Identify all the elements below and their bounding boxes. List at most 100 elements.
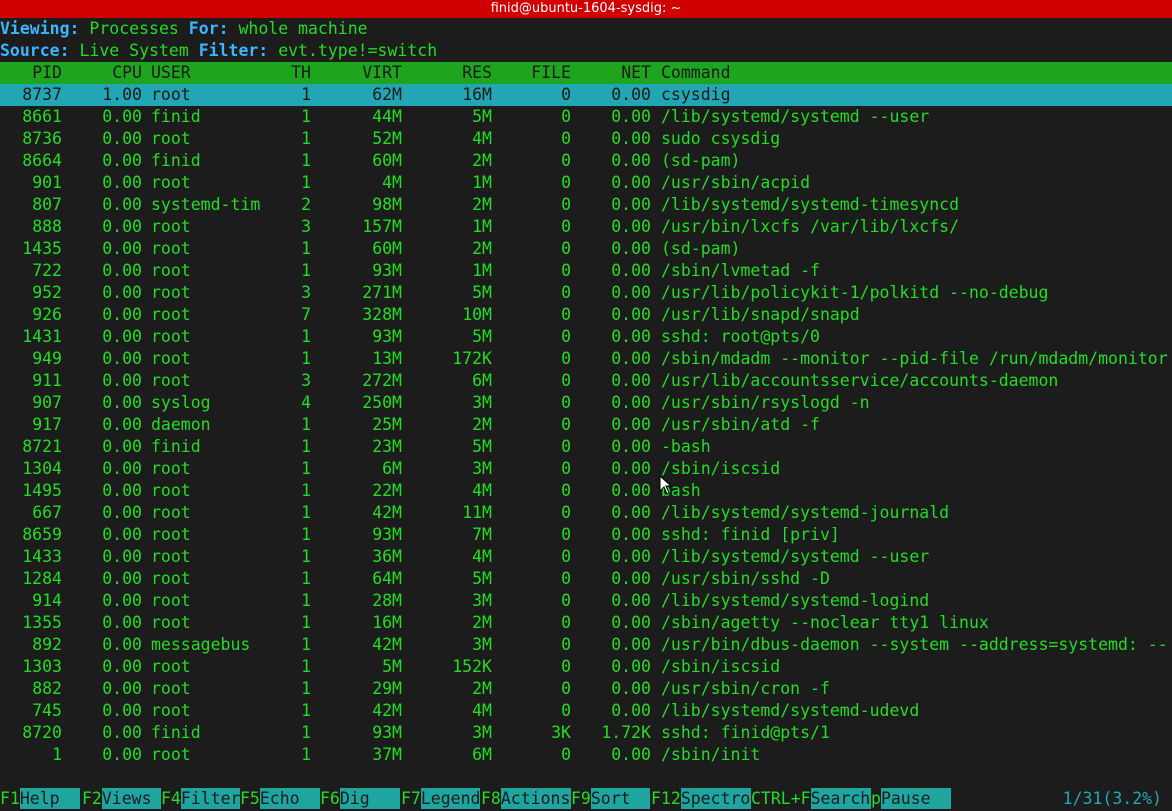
table-row[interactable]: 926 0.00 root 7 328M 10M 0 0.00/usr/lib/snapd/s… bbox=[0, 304, 1172, 326]
cell-net: 0.00 bbox=[611, 503, 651, 522]
cell-res: 4M bbox=[472, 547, 492, 566]
fkey-label[interactable]: Actions bbox=[500, 788, 571, 809]
source-line: Source: Live System Filter: evt.type!=sw… bbox=[0, 40, 437, 62]
viewing-value: Processes bbox=[89, 19, 179, 38]
table-row[interactable]: 1304 0.00 root 1 6M 3M 0 0.00/sbin/iscsid bbox=[0, 458, 1172, 480]
table-row[interactable]: 907 0.00 syslog 4 250M 3M 0 0.00/usr/sbin/rsysl… bbox=[0, 392, 1172, 414]
cell-cpu: 0.00 bbox=[102, 283, 142, 302]
table-row[interactable]: 8659 0.00 root 1 93M 7M 0 0.00 sshd: finid [priv… bbox=[0, 524, 1172, 546]
table-row[interactable]: 8664 0.00 finid 1 60M 2M 0 0.00 (sd-pam) bbox=[0, 150, 1172, 172]
cell-th: 1 bbox=[301, 723, 311, 742]
table-row[interactable]: 1495 0.00 root 1 22M 4M 0 0.00 bash bbox=[0, 480, 1172, 502]
cell-net: 0.00 bbox=[611, 239, 651, 258]
fkey-label[interactable]: Spectro bbox=[680, 788, 751, 809]
table-row[interactable]: 722 0.00 root 1 93M 1M 0 0.00/sbin/lvmetad -f bbox=[0, 260, 1172, 282]
cell-file: 0 bbox=[561, 635, 571, 654]
cell-cpu: 0.00 bbox=[102, 481, 142, 500]
column-header-virt[interactable]: VIRT bbox=[311, 62, 402, 84]
cell-net: 0.00 bbox=[611, 437, 651, 456]
cell-file: 0 bbox=[561, 701, 571, 720]
terminal-window[interactable]: Viewing: Processes For: whole machine So… bbox=[0, 18, 1172, 811]
cell-virt: 93M bbox=[372, 327, 402, 346]
cell-pid: 8659 bbox=[22, 525, 62, 544]
fkey-echo[interactable]: F5Echo bbox=[240, 788, 320, 809]
fkey-pause[interactable]: pPause bbox=[871, 788, 951, 809]
fkey-search[interactable]: CTRL+FSearch bbox=[751, 788, 871, 809]
cell-pid: 1435 bbox=[22, 239, 62, 258]
fkey-label[interactable]: Pause bbox=[880, 788, 951, 809]
fkey-filter[interactable]: F4Filter bbox=[161, 788, 241, 809]
cell-file: 0 bbox=[561, 591, 571, 610]
table-row[interactable]: 1435 0.00 root 1 60M 2M 0 0.00 (sd-pam) bbox=[0, 238, 1172, 260]
cell-cpu: 0.00 bbox=[102, 635, 142, 654]
table-row[interactable]: 8736 0.00 root 1 52M 4M 0 0.00 sudo csysdig bbox=[0, 128, 1172, 150]
cell-net: 0.00 bbox=[611, 569, 651, 588]
table-row[interactable]: 745 0.00 root 1 42M 4M 0 0.00/lib/systemd/syste… bbox=[0, 700, 1172, 722]
fkey-help[interactable]: F1Help bbox=[0, 788, 80, 809]
cell-virt: 22M bbox=[372, 481, 402, 500]
fkey-number: p bbox=[871, 789, 881, 808]
cell-net: 0.00 bbox=[611, 679, 651, 698]
fkey-label[interactable]: Dig bbox=[339, 788, 400, 809]
cell-net: 0.00 bbox=[611, 393, 651, 412]
column-header-file[interactable]: FILE bbox=[492, 62, 571, 84]
column-header-res[interactable]: RES bbox=[402, 62, 492, 84]
column-header-net[interactable]: NET bbox=[571, 62, 651, 84]
cell-virt: 6M bbox=[382, 459, 402, 478]
cell-pid: 926 bbox=[32, 305, 62, 324]
cell-pid: 952 bbox=[32, 283, 62, 302]
cell-file: 3K bbox=[551, 723, 571, 742]
fkey-actions[interactable]: F8Actions bbox=[481, 788, 571, 809]
table-row[interactable]: 917 0.00 daemon 1 25M 2M 0 0.00/usr/sbin/atd -f bbox=[0, 414, 1172, 436]
table-row[interactable]: 1284 0.00 root 1 64M 5M 0 0.00/usr/sbin/sshd -D bbox=[0, 568, 1172, 590]
cell-cpu: 0.00 bbox=[102, 151, 142, 170]
table-row[interactable]: 892 0.00 messagebus 1 42M 3M 0 0.00/usr/bin/dbu… bbox=[0, 634, 1172, 656]
table-row[interactable]: 952 0.00 root 3 271M 5M 0 0.00/usr/lib/policyki… bbox=[0, 282, 1172, 304]
fkey-label[interactable]: Help bbox=[19, 788, 80, 809]
column-header-command[interactable]: Command bbox=[661, 62, 1172, 84]
cell-command: /usr/sbin/atd -f bbox=[661, 415, 820, 434]
cell-pid: 1355 bbox=[22, 613, 62, 632]
cell-command: /lib/systemd/systemd-journald bbox=[661, 503, 950, 522]
table-row[interactable]: 1433 0.00 root 1 36M 4M 0 0.00/lib/systemd/syst… bbox=[0, 546, 1172, 568]
table-row[interactable]: 882 0.00 root 1 29M 2M 0 0.00/usr/sbin/cron -f bbox=[0, 678, 1172, 700]
fkey-label[interactable]: Search bbox=[810, 788, 871, 809]
mouse-pointer-icon bbox=[659, 475, 673, 495]
table-row[interactable]: 807 0.00 systemd-tim 2 98M 2M 0 0.00/lib/system… bbox=[0, 194, 1172, 216]
cell-pid: 1431 bbox=[22, 327, 62, 346]
table-row[interactable]: 8661 0.00 finid 1 44M 5M 0 0.00/lib/systemd/sys… bbox=[0, 106, 1172, 128]
column-header-cpu[interactable]: CPU bbox=[62, 62, 142, 84]
cell-command: sshd: root@pts/0 bbox=[661, 327, 820, 346]
table-row[interactable]: 901 0.00 root 1 4M 1M 0 0.00/usr/sbin/acpid bbox=[0, 172, 1172, 194]
fkey-views[interactable]: F2Views bbox=[82, 788, 161, 809]
column-header-pid[interactable]: PID bbox=[0, 62, 62, 84]
cell-pid: 8737 bbox=[22, 85, 62, 104]
table-row[interactable]: 1355 0.00 root 1 16M 2M 0 0.00/sbin/agetty --no… bbox=[0, 612, 1172, 634]
cell-pid: 745 bbox=[32, 701, 62, 720]
cell-res: 2M bbox=[472, 195, 492, 214]
table-row[interactable]: 667 0.00 root 1 42M 11M 0 0.00/lib/systemd/syst… bbox=[0, 502, 1172, 524]
column-header-th[interactable]: TH bbox=[240, 62, 311, 84]
table-row[interactable]: 949 0.00 root 1 13M 172K 0 0.00/sbin/mdadm --mo… bbox=[0, 348, 1172, 370]
fkey-label[interactable]: Sort bbox=[590, 788, 650, 809]
table-row[interactable]: 914 0.00 root 1 28M 3M 0 0.00/lib/systemd/syste… bbox=[0, 590, 1172, 612]
fkey-label[interactable]: Views bbox=[101, 788, 161, 809]
fkey-legend[interactable]: F7Legend bbox=[401, 788, 481, 809]
table-row[interactable]: 8721 0.00 finid 1 23M 5M 0 0.00 -bash bbox=[0, 436, 1172, 458]
fkey-spectro[interactable]: F12Spectro bbox=[651, 788, 751, 809]
fkey-label[interactable]: Legend bbox=[420, 788, 481, 809]
table-row[interactable]: 1431 0.00 root 1 93M 5M 0 0.00 sshd: root@pts/0 bbox=[0, 326, 1172, 348]
fkey-label[interactable]: Echo bbox=[259, 788, 320, 809]
table-row[interactable]: 1 0.00 root 1 37M 6M 0 0.00/sbin/init bbox=[0, 744, 1172, 766]
fkey-sort[interactable]: F9Sort bbox=[571, 788, 650, 809]
fkey-label[interactable]: Filter bbox=[180, 788, 241, 809]
cell-pid: 8720 bbox=[22, 723, 62, 742]
table-row[interactable]: 1303 0.00 root 1 5M 152K 0 0.00/sbin/iscsid bbox=[0, 656, 1172, 678]
table-row-selected[interactable]: 8737 1.00 root 1 62M 16M 0 0.00 csysdig bbox=[0, 84, 1172, 106]
table-row[interactable]: 8720 0.00 finid 1 93M 3M 3K 1.72K sshd: finid@pt… bbox=[0, 722, 1172, 744]
fkey-dig[interactable]: F6Dig bbox=[320, 788, 400, 809]
table-row[interactable]: 911 0.00 root 3 272M 6M 0 0.00/usr/lib/accounts… bbox=[0, 370, 1172, 392]
cell-res: 3M bbox=[472, 591, 492, 610]
table-row[interactable]: 888 0.00 root 3 157M 1M 0 0.00/usr/bin/lxcfs /v… bbox=[0, 216, 1172, 238]
cell-cpu: 0.00 bbox=[102, 745, 142, 764]
